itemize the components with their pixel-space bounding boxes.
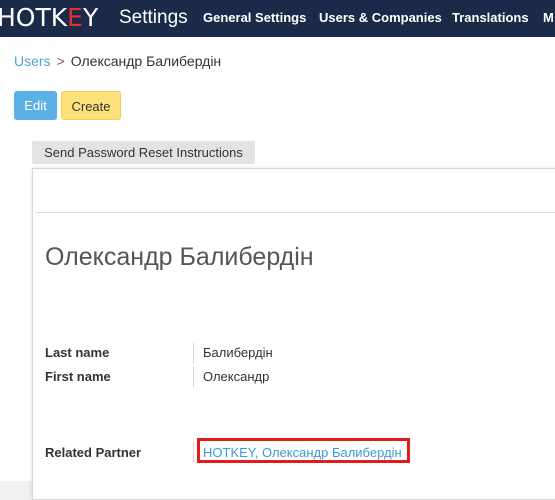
edit-button[interactable]: Edit bbox=[14, 91, 57, 120]
field-separator bbox=[193, 442, 194, 462]
field-separator bbox=[193, 343, 194, 363]
breadcrumb-separator-icon: > bbox=[56, 53, 65, 69]
create-button[interactable]: Create bbox=[61, 91, 121, 120]
first-name-label: First name bbox=[45, 369, 111, 384]
record-title: Олександр Балибердін bbox=[45, 243, 314, 271]
breadcrumb-users-link[interactable]: Users bbox=[14, 53, 51, 69]
send-password-reset-button[interactable]: Send Password Reset Instructions bbox=[32, 141, 255, 164]
menu-translations[interactable]: Translations bbox=[452, 10, 529, 26]
menu-users-companies[interactable]: Users & Companies bbox=[319, 10, 442, 26]
top-navbar: HOTKEY Settings General Settings Users &… bbox=[0, 0, 555, 37]
app-title[interactable]: Settings bbox=[119, 5, 188, 31]
first-name-value: Олександр bbox=[203, 369, 270, 384]
last-name-value: Балибердін bbox=[203, 345, 273, 360]
menu-general-settings[interactable]: General Settings bbox=[203, 10, 306, 26]
highlight-annotation-box bbox=[197, 438, 410, 463]
menu-more-truncated[interactable]: M bbox=[543, 10, 554, 26]
hotkey-logo[interactable]: HOTKEY bbox=[0, 4, 98, 31]
breadcrumb: Users > Олександр Балибердін bbox=[14, 52, 221, 70]
field-separator bbox=[193, 367, 194, 387]
breadcrumb-current: Олександр Балибердін bbox=[70, 53, 222, 69]
related-partner-label: Related Partner bbox=[45, 445, 142, 460]
last-name-label: Last name bbox=[45, 345, 110, 360]
sheet-header-divider bbox=[36, 212, 555, 213]
